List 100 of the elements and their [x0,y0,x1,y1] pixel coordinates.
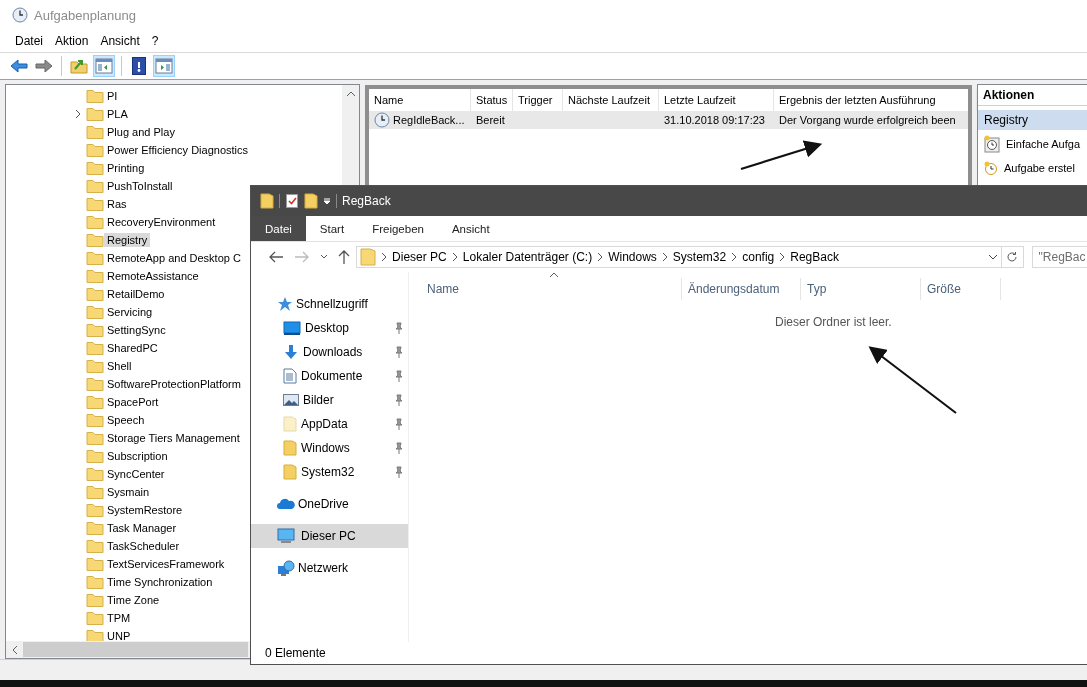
tree-item[interactable]: Sysmain [104,485,153,499]
tree-item[interactable]: UNP [104,629,134,641]
tree-item[interactable]: Power Efficiency Diagnostics [104,143,252,157]
tree-item[interactable]: PLA [104,107,131,121]
nav-item[interactable]: OneDrive [298,497,349,511]
panel-title: Aktionen [978,85,1087,106]
folder-icon [86,575,104,589]
menu-item[interactable]: Datei [9,32,49,50]
tree-item[interactable]: Subscription [104,449,171,463]
tree-item[interactable]: SharedPC [104,341,161,355]
breadcrumb-link[interactable]: Windows [608,250,657,264]
nav-item[interactable]: Bilder [303,393,334,407]
folder-icon [86,287,104,301]
tree-item[interactable]: Time Synchronization [104,575,216,589]
tree-item[interactable]: RemoteApp and Desktop C [104,251,244,265]
checklist-icon[interactable] [285,193,299,209]
chevron-icon[interactable] [596,252,605,262]
tree-item[interactable]: Task Manager [104,521,180,535]
caret-icon [345,90,356,97]
clock-icon [983,160,999,176]
tree-item[interactable]: Speech [104,413,148,427]
tree-item[interactable]: RemoteAssistance [104,269,202,283]
nav-item[interactable]: AppData [301,417,348,431]
folder-icon [86,269,104,283]
ribbon-tab[interactable]: Datei [251,216,306,241]
tree-item[interactable]: SystemRestore [104,503,186,517]
nav-item[interactable]: Dieser PC [251,524,408,548]
tree-item[interactable]: TPM [104,611,134,625]
section-header[interactable]: Registry [978,110,1087,130]
tree-item[interactable]: Printing [104,161,148,175]
tree-item[interactable]: SettingSync [104,323,169,337]
folder-icon [86,179,104,193]
menu-item[interactable]: Ansicht [94,32,146,50]
tree-item[interactable]: RetailDemo [104,287,168,301]
search-field[interactable]: "RegBac [1031,246,1087,268]
action-link[interactable]: Einfache Aufga [1006,138,1080,150]
folder-arrow-icon [70,58,88,74]
chevron-icon[interactable] [730,252,739,262]
chevron-icon[interactable] [778,252,787,262]
breadcrumb-link[interactable]: Lokaler Datenträger (C:) [462,250,593,264]
nav-item[interactable]: Netzwerk [298,561,348,575]
tree-item[interactable]: SpacePort [104,395,162,409]
nav-item[interactable]: System32 [301,465,355,479]
tree-item[interactable]: Shell [104,359,135,373]
window-title: RegBack [342,194,391,208]
folder-icon[interactable] [304,193,318,209]
nav-item[interactable]: Desktop [305,321,350,335]
nav-item[interactable]: Dokumente [301,369,363,383]
chevron-icon[interactable] [660,252,669,262]
back-arrow-icon[interactable] [267,250,284,264]
folder-icon [86,503,104,517]
caret-icon[interactable] [320,254,329,260]
tree-item[interactable]: Storage Tiers Management [104,431,243,445]
tree-item[interactable]: TextServicesFramework [104,557,228,571]
folder-icon [86,89,104,103]
table-row[interactable]: RegIdleBack... Bereit 31.10.2018 09:17:23 Der Vorgang wurde erfolgreich been [369,111,968,129]
tree-item[interactable]: Registry [104,233,151,247]
column-header[interactable]: Änderungsdatum [682,278,801,300]
breadcrumb-link[interactable]: Dieser PC [392,250,447,264]
clock-icon [374,112,390,128]
tree-item[interactable]: Servicing [104,305,156,319]
folder-icon [86,197,104,211]
action-link[interactable]: Aufgabe erstel [1004,162,1075,174]
column-header[interactable]: Größe [921,278,1001,300]
tree-item[interactable]: Ras [104,197,130,211]
breadcrumb-link[interactable]: config [742,250,775,264]
nav-item[interactable]: Downloads [303,345,363,359]
table-cell: RegIdleBack... [393,114,465,126]
chevron-icon[interactable] [450,252,459,262]
ribbon-tab[interactable]: Start [305,216,359,241]
tree-item[interactable]: Plug and Play [104,125,178,139]
column-header[interactable]: Typ [801,278,921,300]
folder-icon [86,251,104,265]
nav-item[interactable]: Windows [301,441,350,455]
caret-icon[interactable] [987,254,998,260]
tree-item[interactable]: RecoveryEnvironment [104,215,219,229]
address-bar[interactable]: Dieser PC Lokaler Datenträger (C:) Windows System32 config RegBack [356,246,1002,268]
column-header[interactable]: Name [409,278,682,300]
tree-item[interactable]: SoftwareProtectionPlatform [104,377,244,391]
menu-item[interactable]: ? [145,32,165,50]
chevron-icon[interactable] [380,252,389,262]
scrollbar-thumb[interactable] [23,642,248,657]
menu-item[interactable]: Aktion [49,32,95,50]
ribbon-tab[interactable]: Ansicht [437,216,504,241]
folder-icon[interactable] [260,193,274,209]
tree-item[interactable]: PI [104,89,121,103]
breadcrumb-link[interactable]: RegBack [790,250,839,264]
tree-item[interactable]: SyncCenter [104,467,168,481]
ribbon-tab[interactable]: Freigeben [358,216,438,241]
breadcrumb-link[interactable]: System32 [672,250,727,264]
up-arrow-icon[interactable] [337,249,352,265]
folder-icon [86,467,104,481]
tree-item[interactable]: TaskScheduler [104,539,183,553]
tree-item[interactable]: PushToInstall [104,179,176,193]
tree-item[interactable]: Time Zone [104,593,163,607]
expand-icon[interactable] [74,109,82,119]
folder-icon [86,161,104,175]
folder-icon [86,359,104,373]
document-icon [283,368,297,384]
nav-item[interactable]: Schnellzugriff [296,297,368,311]
